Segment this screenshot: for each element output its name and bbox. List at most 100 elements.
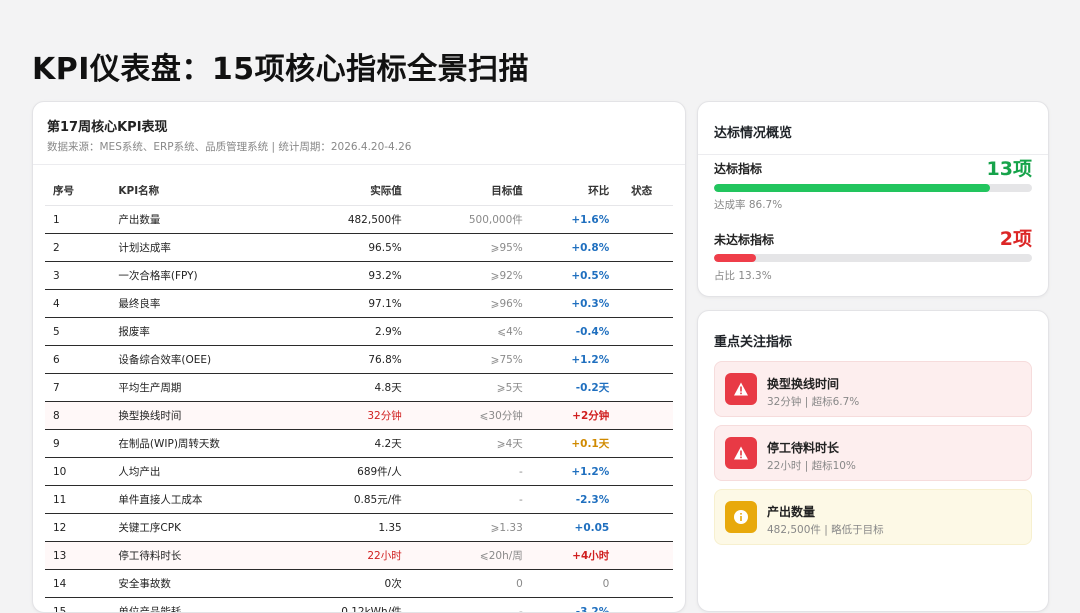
cell-index: 6 <box>45 346 117 374</box>
table-row[interactable]: 6设备综合效率(OEE)76.8%⩾75%+1.2% <box>45 346 673 374</box>
column-header-change: 环比 <box>524 175 610 206</box>
focus-item-meta: 32分钟 | 超标6.7% <box>767 394 859 409</box>
cell-target: ⩽4% <box>403 318 524 346</box>
cell-target: 500,000件 <box>403 206 524 234</box>
cell-actual: 2.9% <box>282 318 403 346</box>
cell-change: +0.3% <box>524 290 610 318</box>
cell-change: +0.1天 <box>524 430 610 458</box>
cell-kpi-name: 报废率 <box>117 318 281 346</box>
summary-card: 达标情况概览 达标指标 13项 达成率 86.7% 未达标指标 2项 占比 13… <box>697 101 1049 297</box>
cell-actual: 1.35 <box>282 514 403 542</box>
table-row[interactable]: 4最终良率97.1%⩾96%+0.3% <box>45 290 673 318</box>
focus-item-downtime[interactable]: 停工待料时长 22小时 | 超标10% <box>714 425 1032 481</box>
kpi-table: 序号 KPI名称 实际值 目标值 环比 状态 1产出数量482,500件500,… <box>45 175 673 613</box>
cell-index: 11 <box>45 486 117 514</box>
column-header-actual: 实际值 <box>282 175 403 206</box>
cell-kpi-name: 换型换线时间 <box>117 402 281 430</box>
cell-target: ⩾75% <box>403 346 524 374</box>
cell-status <box>610 290 673 318</box>
cell-actual: 93.2% <box>282 262 403 290</box>
cell-index: 1 <box>45 206 117 234</box>
cell-kpi-name: 停工待料时长 <box>117 542 281 570</box>
unmet-ratio-note: 占比 13.3% <box>714 268 772 283</box>
cell-actual: 96.5% <box>282 234 403 262</box>
focus-card: 重点关注指标 换型换线时间 32分钟 | 超标6.7% 停工待料时长 22小时 … <box>697 310 1049 612</box>
table-row[interactable]: 15单位产品能耗0.12kWh/件--3.2% <box>45 598 673 613</box>
table-row[interactable]: 3一次合格率(FPY)93.2%⩾92%+0.5% <box>45 262 673 290</box>
cell-index: 3 <box>45 262 117 290</box>
unmet-count: 2项 <box>1000 224 1032 251</box>
cell-status <box>610 598 673 613</box>
cell-status <box>610 318 673 346</box>
column-header-index: 序号 <box>45 175 117 206</box>
cell-index: 5 <box>45 318 117 346</box>
cell-index: 9 <box>45 430 117 458</box>
cell-kpi-name: 安全事故数 <box>117 570 281 598</box>
column-header-status: 状态 <box>610 175 673 206</box>
cell-change: +4小时 <box>524 542 610 570</box>
unmet-progress-track <box>714 254 1032 262</box>
focus-item-output[interactable]: 产出数量 482,500件 | 略低于目标 <box>714 489 1032 545</box>
cell-actual: 4.8天 <box>282 374 403 402</box>
cell-kpi-name: 平均生产周期 <box>117 374 281 402</box>
cell-target: ⩾92% <box>403 262 524 290</box>
warning-triangle-icon <box>725 373 757 405</box>
focus-item-changeover-time[interactable]: 换型换线时间 32分钟 | 超标6.7% <box>714 361 1032 417</box>
table-row[interactable]: 10人均产出689件/人-+1.2% <box>45 458 673 486</box>
cell-status <box>610 514 673 542</box>
table-row[interactable]: 14安全事故数0次00 <box>45 570 673 598</box>
cell-actual: 0.85元/件 <box>282 486 403 514</box>
cell-status <box>610 570 673 598</box>
cell-status <box>610 458 673 486</box>
table-row[interactable]: 7平均生产周期4.8天⩾5天-0.2天 <box>45 374 673 402</box>
table-row[interactable]: 13停工待料时长22小时⩽20h/周+4小时 <box>45 542 673 570</box>
table-row[interactable]: 2计划达成率96.5%⩾95%+0.8% <box>45 234 673 262</box>
cell-status <box>610 346 673 374</box>
cell-target: ⩾96% <box>403 290 524 318</box>
cell-change: -2.3% <box>524 486 610 514</box>
cell-status <box>610 374 673 402</box>
cell-target: ⩾4天 <box>403 430 524 458</box>
cell-change: -3.2% <box>524 598 610 613</box>
cell-actual: 689件/人 <box>282 458 403 486</box>
cell-status <box>610 402 673 430</box>
table-row[interactable]: 1产出数量482,500件500,000件+1.6% <box>45 206 673 234</box>
cell-kpi-name: 单位产品能耗 <box>117 598 281 613</box>
focus-title: 重点关注指标 <box>714 331 792 350</box>
met-progress-fill <box>714 184 990 192</box>
cell-target: ⩾5天 <box>403 374 524 402</box>
cell-index: 15 <box>45 598 117 613</box>
cell-index: 2 <box>45 234 117 262</box>
cell-actual: 0.12kWh/件 <box>282 598 403 613</box>
cell-change: +1.2% <box>524 346 610 374</box>
cell-kpi-name: 产出数量 <box>117 206 281 234</box>
cell-status <box>610 262 673 290</box>
cell-index: 7 <box>45 374 117 402</box>
table-row[interactable]: 9在制品(WIP)周转天数4.2天⩾4天+0.1天 <box>45 430 673 458</box>
cell-index: 13 <box>45 542 117 570</box>
warning-triangle-icon <box>725 437 757 469</box>
cell-status <box>610 234 673 262</box>
cell-status <box>610 430 673 458</box>
cell-actual: 482,500件 <box>282 206 403 234</box>
met-progress-track <box>714 184 1032 192</box>
cell-target: ⩽20h/周 <box>403 542 524 570</box>
kpi-table-card: 第17周核心KPI表现 数据来源：MES系统、ERP系统、品质管理系统 | 统计… <box>32 101 686 613</box>
table-row[interactable]: 11单件直接人工成本0.85元/件--2.3% <box>45 486 673 514</box>
table-row[interactable]: 8换型换线时间32分钟⩽30分钟+2分钟 <box>45 402 673 430</box>
cell-index: 12 <box>45 514 117 542</box>
cell-status <box>610 206 673 234</box>
cell-kpi-name: 单件直接人工成本 <box>117 486 281 514</box>
unmet-label: 未达标指标 <box>714 231 774 248</box>
cell-index: 8 <box>45 402 117 430</box>
table-row[interactable]: 5报废率2.9%⩽4%-0.4% <box>45 318 673 346</box>
table-card-subtitle: 数据来源：MES系统、ERP系统、品质管理系统 | 统计周期：2026.4.20… <box>47 139 671 154</box>
cell-change: -0.2天 <box>524 374 610 402</box>
table-card-header: 第17周核心KPI表现 数据来源：MES系统、ERP系统、品质管理系统 | 统计… <box>33 102 685 165</box>
met-label: 达标指标 <box>714 160 762 177</box>
cell-kpi-name: 关键工序CPK <box>117 514 281 542</box>
table-row[interactable]: 12关键工序CPK1.35⩾1.33+0.05 <box>45 514 673 542</box>
cell-status <box>610 542 673 570</box>
cell-actual: 22小时 <box>282 542 403 570</box>
unmet-progress-fill <box>714 254 756 262</box>
